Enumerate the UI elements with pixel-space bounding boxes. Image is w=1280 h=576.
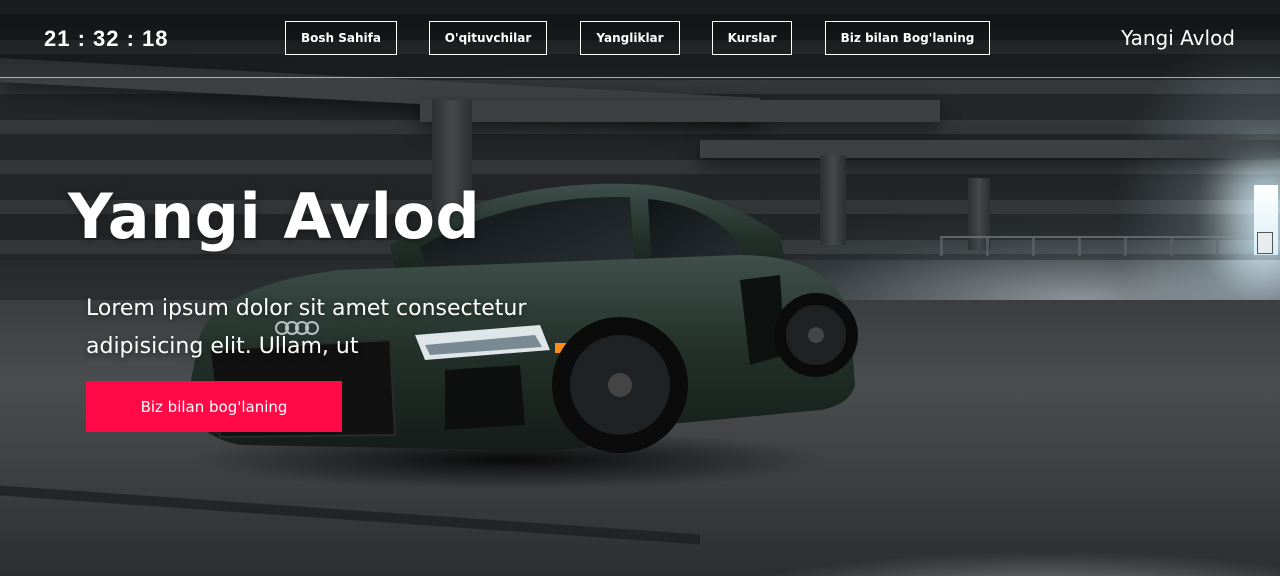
brand-logo[interactable]: Yangi Avlod: [1121, 26, 1235, 50]
hero-description: Lorem ipsum dolor sit amet consectetur a…: [86, 296, 527, 359]
nav-news-button[interactable]: Yangliklar: [580, 21, 680, 55]
nav-teachers-button[interactable]: O'qituvchilar: [429, 21, 547, 55]
contact-cta-button[interactable]: Biz bilan bog'laning: [86, 381, 342, 432]
ceiling-beam: [700, 140, 1280, 158]
speed-sign: [1257, 232, 1273, 254]
railing: [940, 236, 1250, 256]
nav-courses-button[interactable]: Kurslar: [712, 21, 792, 55]
digital-clock: 21 : 32 : 18: [44, 26, 169, 51]
ceiling-beam: [420, 100, 940, 122]
nav-home-button[interactable]: Bosh Sahifa: [285, 21, 397, 55]
hero-title: Yangi Avlod: [68, 180, 481, 253]
nav-contact-button[interactable]: Biz bilan Bog'laning: [825, 21, 990, 55]
top-navbar: 21 : 32 : 18 Bosh Sahifa O'qituvchilar Y…: [0, 0, 1280, 78]
hero-background-image: [0, 0, 1280, 576]
